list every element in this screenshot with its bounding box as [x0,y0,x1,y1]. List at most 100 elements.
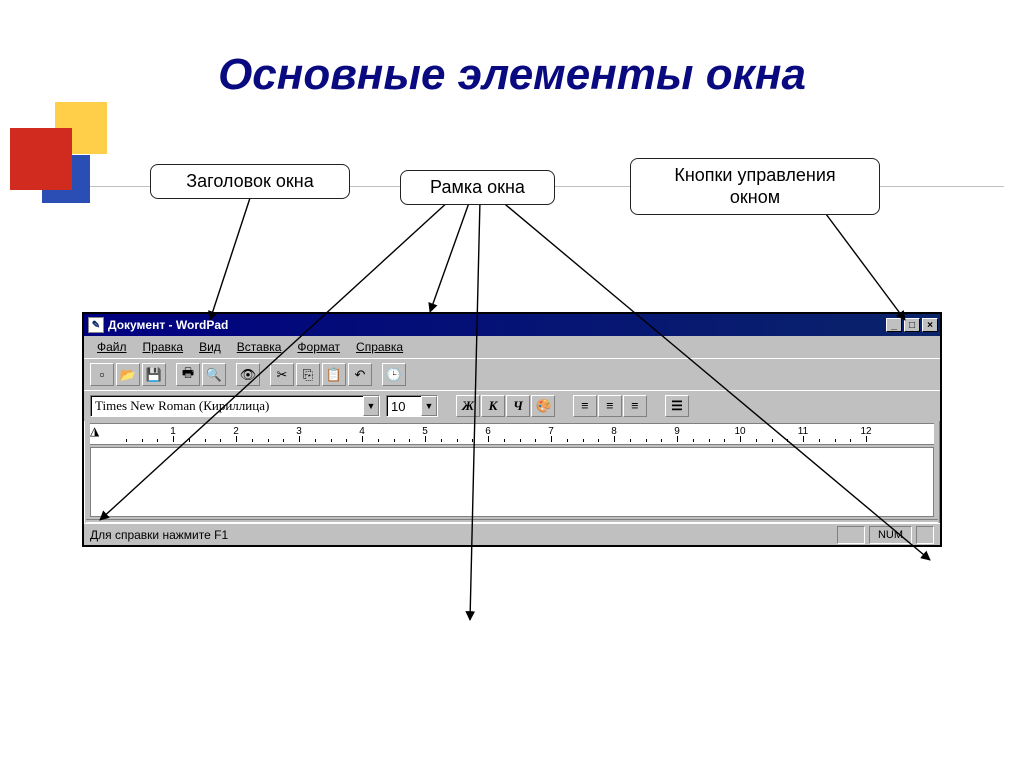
menu-file[interactable]: Файл [90,339,134,355]
ruler-subtick [142,439,143,442]
new-button[interactable]: ▫ [90,363,114,386]
menu-format[interactable]: Формат [290,339,347,355]
ruler-number: 1 [170,426,176,437]
ruler-number: 11 [798,426,808,437]
status-text: Для справки нажмите F1 [90,528,833,542]
bold-button[interactable]: Ж [456,395,480,417]
ruler-number: 3 [296,426,302,437]
ruler-number: 7 [548,426,554,437]
ruler-number: 6 [485,426,491,437]
ruler-subtick [189,439,190,442]
find-button[interactable]: 👁 [236,363,260,386]
underline-button[interactable]: Ч [506,395,530,417]
menu-edit[interactable]: Правка [136,339,191,355]
print-button[interactable]: 🖶 [176,363,200,386]
status-bar: Для справки нажмите F1 NUM [84,523,940,545]
ruler-subtick [787,439,788,442]
font-size-combo[interactable]: 10 ▼ [386,395,438,417]
ruler-subtick [661,439,662,442]
font-name-combo[interactable]: Times New Roman (Кириллица) ▼ [90,395,380,417]
ruler-number: 9 [674,426,680,437]
font-size-value: 10 [391,399,405,414]
format-toolbar: Times New Roman (Кириллица) ▼ 10 ▼ Ж К Ч… [84,390,940,421]
ruler-subtick [535,439,536,442]
ruler-subtick [756,439,757,442]
ruler-subtick [157,439,158,442]
callout-window-frame: Рамка окна [400,170,555,205]
ruler-subtick [205,439,206,442]
ruler-subtick [724,439,725,442]
ruler-subtick [331,439,332,442]
ruler-subtick [283,439,284,442]
cut-button[interactable]: ✂ [270,363,294,386]
app-window: ✎ Документ - WordPad _ □ × Файл Правка В… [82,312,942,547]
menu-view[interactable]: Вид [192,339,228,355]
dropdown-icon[interactable]: ▼ [421,396,437,416]
resize-grip-icon[interactable] [916,526,934,544]
font-name-value: Times New Roman (Кириллица) [95,398,269,414]
menu-insert[interactable]: Вставка [230,339,289,355]
menu-help[interactable]: Справка [349,339,410,355]
ruler-subtick [378,439,379,442]
maximize-button[interactable]: □ [904,318,920,332]
ruler-number: 2 [233,426,239,437]
ruler-subtick [504,439,505,442]
copy-button[interactable]: ⎘ [296,363,320,386]
ruler-subtick [441,439,442,442]
ruler-subtick [709,439,710,442]
ruler-subtick [315,439,316,442]
dropdown-icon[interactable]: ▼ [363,396,379,416]
color-button[interactable]: 🎨 [531,395,555,417]
callout-control-buttons: Кнопки управления окном [630,158,880,215]
close-button[interactable]: × [922,318,938,332]
datetime-button[interactable]: 🕒 [382,363,406,386]
ruler-subtick [772,439,773,442]
callout-title-bar: Заголовок окна [150,164,350,199]
ruler[interactable]: ◮ 123456789101112 [90,423,934,445]
ruler-subtick [567,439,568,442]
app-icon: ✎ [88,317,104,333]
ruler-subtick [646,439,647,442]
title-bar[interactable]: ✎ Документ - WordPad _ □ × [84,314,940,336]
ruler-subtick [850,439,851,442]
standard-toolbar: ▫ 📂 💾 🖶 🔍 👁 ✂ ⎘ 📋 ↶ 🕒 [84,358,940,390]
ruler-subtick [835,439,836,442]
minimize-button[interactable]: _ [886,318,902,332]
bullets-button[interactable]: ☰ [665,395,689,417]
ruler-subtick [394,439,395,442]
editor-area[interactable] [90,447,934,517]
ruler-subtick [268,439,269,442]
align-center-button[interactable]: ≡ [598,395,622,417]
status-numlock: NUM [869,526,912,544]
status-well-empty [837,526,865,544]
ruler-subtick [520,439,521,442]
align-left-button[interactable]: ≡ [573,395,597,417]
ruler-subtick [472,439,473,442]
indent-marker-icon[interactable]: ◮ [90,424,99,438]
ruler-subtick [346,439,347,442]
ruler-subtick [693,439,694,442]
ruler-subtick [220,439,221,442]
align-right-button[interactable]: ≡ [623,395,647,417]
decor-square-red [10,128,72,190]
ruler-subtick [583,439,584,442]
menu-bar: Файл Правка Вид Вставка Формат Справка [84,336,940,358]
ruler-number: 10 [734,426,745,437]
ruler-subtick [819,439,820,442]
ruler-subtick [409,439,410,442]
undo-button[interactable]: ↶ [348,363,372,386]
window-title: Документ - WordPad [108,318,886,332]
paste-button[interactable]: 📋 [322,363,346,386]
italic-button[interactable]: К [481,395,505,417]
window-control-buttons: _ □ × [886,318,938,332]
ruler-number: 5 [422,426,428,437]
ruler-subtick [126,439,127,442]
ruler-number: 8 [611,426,617,437]
preview-button[interactable]: 🔍 [202,363,226,386]
open-button[interactable]: 📂 [116,363,140,386]
ruler-subtick [457,439,458,442]
save-button[interactable]: 💾 [142,363,166,386]
ruler-subtick [598,439,599,442]
ruler-subtick [630,439,631,442]
ruler-number: 4 [359,426,365,437]
